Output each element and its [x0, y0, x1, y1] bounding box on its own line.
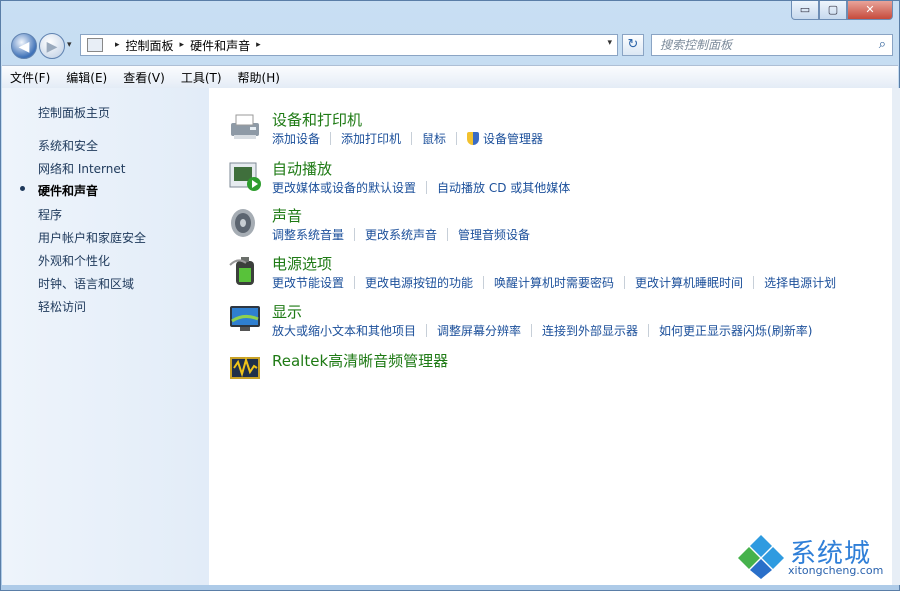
link-sleep-time[interactable]: 更改计算机睡眠时间	[635, 274, 743, 291]
sidebar: 控制面板主页 系统和安全 网络和 Internet 硬件和声音 程序 用户帐户和…	[2, 88, 209, 585]
link-add-device[interactable]: 添加设备	[272, 130, 320, 147]
scrollbar[interactable]	[892, 88, 900, 585]
breadcrumb-hardware-sound[interactable]: 硬件和声音	[190, 37, 250, 54]
watermark-logo-icon	[738, 535, 784, 579]
sidebar-item-clock-language[interactable]: 时钟、语言和区域	[38, 275, 134, 292]
watermark-url: xitongcheng.com	[788, 564, 884, 577]
link-separator	[426, 181, 428, 194]
link-add-printer[interactable]: 添加打印机	[341, 130, 401, 147]
shield-icon	[467, 132, 480, 145]
search-icon[interactable]: ⌕	[879, 35, 886, 55]
category-title[interactable]: 电源选项	[272, 253, 332, 274]
link-manage-audio[interactable]: 管理音频设备	[458, 226, 530, 243]
menu-file[interactable]: 文件(F)	[2, 69, 58, 86]
sidebar-item-network[interactable]: 网络和 Internet	[38, 160, 125, 177]
close-button[interactable]: ✕	[847, 1, 893, 20]
link-resolution[interactable]: 调整屏幕分辨率	[437, 322, 521, 339]
link-mouse[interactable]: 鼠标	[422, 130, 446, 147]
link-separator	[411, 132, 413, 145]
category-title[interactable]: 自动播放	[272, 158, 332, 179]
navigation-bar: ◀ ▶ ▾ ▸ 控制面板 ▸ 硬件和声音 ▸ ▾ ↻ 搜索控制面板 ⌕	[1, 29, 899, 63]
link-adjust-volume[interactable]: 调整系统音量	[272, 226, 344, 243]
category-title[interactable]: 声音	[272, 205, 302, 226]
link-separator	[531, 324, 533, 337]
link-autoplay-cd[interactable]: 自动播放 CD 或其他媒体	[437, 179, 570, 196]
sidebar-item-hardware-sound[interactable]: 硬件和声音	[38, 182, 98, 199]
address-dropdown-icon[interactable]: ▾	[607, 38, 612, 48]
category-title[interactable]: 设备和打印机	[272, 109, 362, 130]
title-bar: ▭ ▢ ✕	[1, 1, 899, 29]
monitor-icon	[230, 306, 260, 331]
maximize-button[interactable]: ▢	[819, 1, 847, 20]
link-separator	[753, 276, 755, 289]
category-title[interactable]: 显示	[272, 301, 302, 322]
link-separator	[354, 276, 356, 289]
sidebar-item-ease-of-access[interactable]: 轻松访问	[38, 298, 86, 315]
current-item-bullet	[20, 186, 25, 191]
menu-edit[interactable]: 编辑(E)	[58, 69, 115, 86]
link-separator	[483, 276, 485, 289]
link-text-size[interactable]: 放大或缩小文本和其他项目	[272, 322, 416, 339]
link-power-buttons[interactable]: 更改电源按钮的功能	[365, 274, 473, 291]
link-wake-password[interactable]: 唤醒计算机时需要密码	[494, 274, 614, 291]
menu-bar: 文件(F) 编辑(E) 查看(V) 工具(T) 帮助(H)	[2, 65, 898, 89]
menu-help[interactable]: 帮助(H)	[230, 69, 288, 86]
link-separator	[456, 132, 458, 145]
sidebar-item-appearance[interactable]: 外观和个性化	[38, 252, 110, 269]
link-separator	[426, 324, 428, 337]
link-power-saving[interactable]: 更改节能设置	[272, 274, 344, 291]
breadcrumb-separator[interactable]: ▸	[115, 40, 120, 50]
link-device-manager[interactable]: 设备管理器	[483, 130, 543, 147]
explorer-window: ▭ ▢ ✕ ◀ ▶ ▾ ▸ 控制面板 ▸ 硬件和声音 ▸ ▾ ↻ 搜索控制面板 …	[0, 0, 900, 591]
sidebar-home[interactable]: 控制面板主页	[38, 104, 110, 121]
sidebar-item-programs[interactable]: 程序	[38, 206, 62, 223]
link-separator	[330, 132, 332, 145]
sidebar-item-system-security[interactable]: 系统和安全	[38, 137, 98, 154]
link-separator	[648, 324, 650, 337]
link-refresh-rate[interactable]: 如何更正显示器闪烁(刷新率)	[659, 322, 812, 339]
link-change-media-defaults[interactable]: 更改媒体或设备的默认设置	[272, 179, 416, 196]
refresh-button[interactable]: ↻	[622, 34, 644, 56]
breadcrumb-control-panel[interactable]: 控制面板	[126, 37, 174, 54]
minimize-button[interactable]: ▭	[791, 1, 819, 20]
realtek-icon	[230, 356, 260, 379]
main-content: 控制面板主页 系统和安全 网络和 Internet 硬件和声音 程序 用户帐户和…	[2, 88, 892, 585]
address-bar[interactable]: ▸ 控制面板 ▸ 硬件和声音 ▸ ▾	[80, 34, 618, 56]
back-button[interactable]: ◀	[11, 33, 37, 59]
forward-button[interactable]: ▶	[39, 33, 65, 59]
sidebar-item-user-accounts[interactable]: 用户帐户和家庭安全	[38, 229, 146, 246]
menu-view[interactable]: 查看(V)	[115, 69, 173, 86]
battery-icon	[229, 257, 254, 285]
printer-icon	[231, 114, 259, 139]
watermark: 系统城 xitongcheng.com	[736, 533, 886, 579]
search-input[interactable]: 搜索控制面板 ⌕	[651, 34, 893, 56]
link-external-display[interactable]: 连接到外部显示器	[542, 322, 638, 339]
search-placeholder: 搜索控制面板	[660, 38, 733, 52]
breadcrumb-separator[interactable]: ▸	[180, 40, 185, 50]
link-separator	[624, 276, 626, 289]
speaker-icon	[231, 209, 255, 237]
recent-pages-dropdown[interactable]: ▾	[67, 40, 72, 50]
link-change-sounds[interactable]: 更改系统声音	[365, 226, 437, 243]
link-separator	[447, 228, 449, 241]
link-separator	[354, 228, 356, 241]
autoplay-icon	[229, 162, 261, 191]
menu-tools[interactable]: 工具(T)	[173, 69, 230, 86]
breadcrumb-separator[interactable]: ▸	[256, 40, 261, 50]
link-power-plan[interactable]: 选择电源计划	[764, 274, 836, 291]
control-panel-icon	[87, 38, 103, 52]
category-title[interactable]: Realtek高清晰音频管理器	[272, 350, 448, 371]
